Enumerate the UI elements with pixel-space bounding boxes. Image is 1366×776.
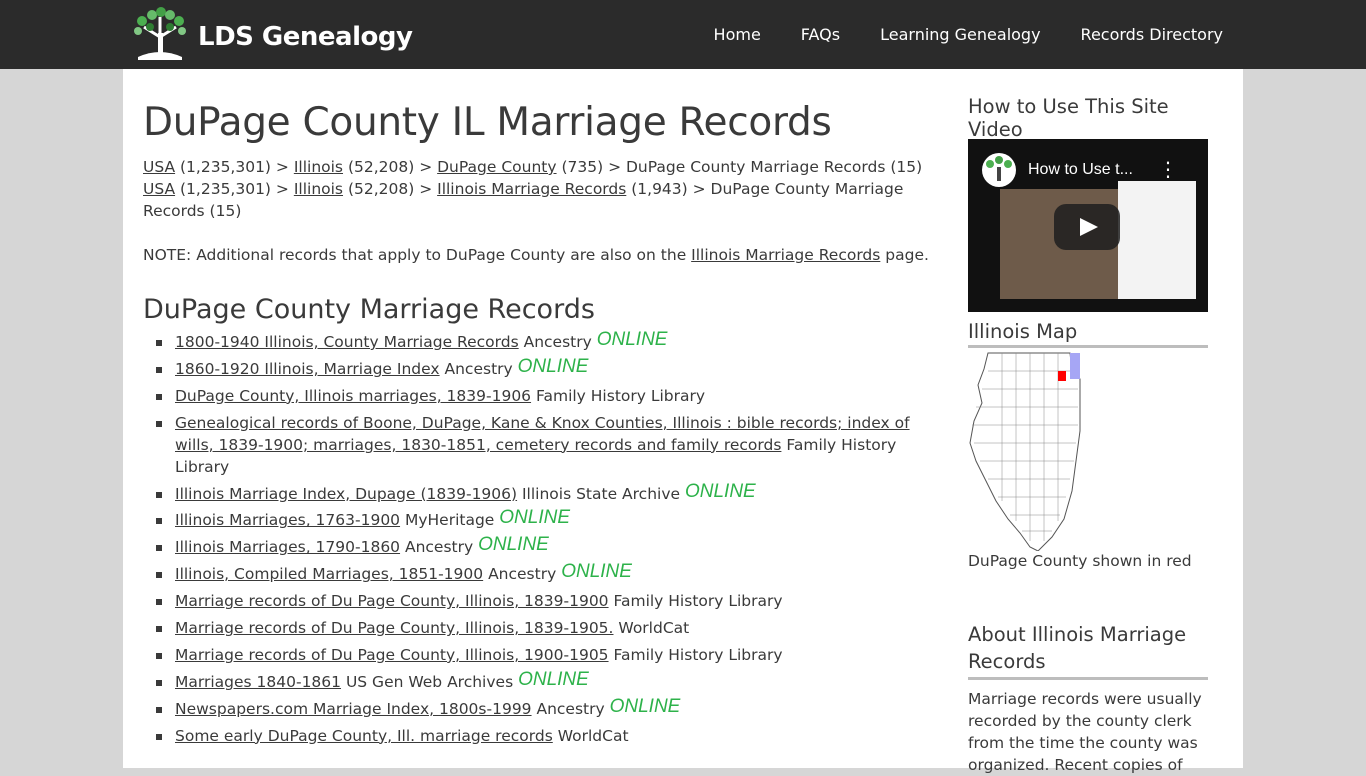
record-source: Family History Library (531, 386, 706, 405)
record-link[interactable]: Marriage records of Du Page County, Illi… (175, 592, 609, 610)
record-item: Illinois, Compiled Marriages, 1851-1900 … (156, 561, 935, 585)
record-link[interactable]: Illinois Marriages, 1763-1900 (175, 511, 400, 529)
records-list: 1800-1940 Illinois, County Marriage Reco… (143, 329, 935, 751)
online-badge: ONLINE (684, 480, 756, 502)
nav-learning-genealogy[interactable]: Learning Genealogy (880, 25, 1040, 44)
video-title: How to Use t... (1028, 161, 1133, 178)
breadcrumb-dupage-link[interactable]: DuPage County (437, 158, 556, 176)
video-player[interactable]: How to Use t... ⋮ (968, 139, 1208, 312)
online-badge: ONLINE (518, 668, 589, 690)
tree-logo-icon (134, 7, 186, 60)
breadcrumb2-marriage-link[interactable]: Illinois Marriage Records (437, 180, 626, 198)
main-nav: Home FAQs Learning Genealogy Records Dir… (674, 0, 1223, 69)
section-title: DuPage County Marriage Records (143, 294, 595, 325)
record-source: Family History Library (608, 592, 783, 611)
record-source: MyHeritage (400, 511, 500, 530)
breadcrumb2-illinois-link[interactable]: Illinois (294, 180, 343, 198)
about-heading: About Illinois Marriage Records (968, 621, 1208, 680)
about-text: Marriage records were usually recorded b… (968, 690, 1202, 774)
record-link[interactable]: Marriage records of Du Page County, Illi… (175, 646, 609, 664)
record-item: Marriage records of Du Page County, Illi… (156, 617, 935, 639)
online-badge: ONLINE (609, 695, 681, 717)
record-item: Marriages 1840-1861 US Gen Web Archives … (156, 668, 935, 693)
record-link[interactable]: Marriage records of Du Page County, Illi… (175, 619, 613, 637)
nav-records-directory[interactable]: Records Directory (1081, 25, 1223, 44)
breadcrumb2-usa-link[interactable]: USA (143, 180, 175, 198)
record-item: Illinois Marriages, 1790-1860 Ancestry O… (156, 534, 935, 558)
breadcrumb-illinois-count: (52,208) > (343, 158, 438, 176)
channel-tree-icon (982, 153, 1016, 187)
map-caption: DuPage County shown in red (968, 552, 1192, 570)
nav-home[interactable]: Home (714, 25, 761, 44)
online-badge: ONLINE (478, 534, 549, 556)
map-heading: Illinois Map (968, 320, 1208, 348)
record-source: Illinois State Archive (517, 484, 685, 503)
record-link[interactable]: 1800-1940 Illinois, County Marriage Reco… (175, 333, 519, 351)
record-item: Illinois Marriage Index, Dupage (1839-19… (156, 480, 935, 505)
breadcrumb-illinois-link[interactable]: Illinois (294, 158, 343, 176)
breadcrumb-usa-link[interactable]: USA (143, 158, 175, 176)
page-title: DuPage County IL Marriage Records (143, 100, 832, 145)
page-content: DuPage County IL Marriage Records USA (1… (123, 69, 1243, 774)
breadcrumb-dupage-count: (735) > DuPage County Marriage Records (… (556, 158, 923, 176)
record-link[interactable]: 1860-1920 Illinois, Marriage Index (175, 360, 440, 378)
record-item: Genealogical records of Boone, DuPage, K… (156, 412, 935, 478)
record-item: Marriage records of Du Page County, Illi… (156, 644, 935, 666)
record-item: DuPage County, Illinois marriages, 1839-… (156, 385, 935, 407)
note-prefix: NOTE: Additional records that apply to D… (143, 246, 692, 264)
record-source: Ancestry (439, 359, 518, 378)
lake-michigan (1070, 353, 1080, 379)
breadcrumb-usa-count: (1,235,301) > (175, 158, 294, 176)
play-button-icon[interactable] (1054, 204, 1120, 250)
note-text: NOTE: Additional records that apply to D… (143, 244, 933, 266)
note-illinois-marriage-link[interactable]: Illinois Marriage Records (691, 246, 880, 264)
breadcrumb-line-1: USA (1,235,301) > Illinois (52,208) > Du… (143, 156, 933, 178)
record-link[interactable]: Illinois Marriage Index, Dupage (1839-19… (175, 485, 517, 503)
record-item: 1860-1920 Illinois, Marriage Index Ances… (156, 355, 935, 380)
note-suffix: page. (880, 246, 929, 264)
video-menu-icon[interactable]: ⋮ (1158, 157, 1178, 181)
online-badge: ONLINE (517, 355, 589, 377)
video-thumbnail-document (1118, 181, 1196, 299)
record-link[interactable]: Newspapers.com Marriage Index, 1800s-199… (175, 700, 532, 718)
record-source: Ancestry (483, 565, 562, 584)
site-header: LDS Genealogy Home FAQs Learning Genealo… (0, 0, 1366, 69)
record-link[interactable]: Illinois, Compiled Marriages, 1851-1900 (175, 565, 483, 583)
breadcrumb-line-2: USA (1,235,301) > Illinois (52,208) > Il… (143, 178, 933, 222)
record-item: 1800-1940 Illinois, County Marriage Reco… (156, 329, 935, 353)
record-item: Illinois Marriages, 1763-1900 MyHeritage… (156, 507, 935, 531)
logo-text: LDS Genealogy (198, 22, 413, 52)
dupage-county-highlight (1058, 371, 1066, 381)
online-badge: ONLINE (596, 329, 668, 350)
nav-faqs[interactable]: FAQs (801, 25, 840, 44)
record-source: Ancestry (531, 699, 610, 718)
online-badge: ONLINE (561, 561, 632, 583)
record-link[interactable]: Some early DuPage County, Ill. marriage … (175, 727, 553, 745)
breadcrumb2-usa-count: (1,235,301) > (175, 180, 294, 198)
record-link[interactable]: Illinois Marriages, 1790-1860 (175, 538, 400, 556)
record-item: Marriage records of Du Page County, Illi… (156, 590, 935, 612)
record-source: Ancestry (518, 333, 597, 351)
record-item: Newspapers.com Marriage Index, 1800s-199… (156, 695, 935, 720)
record-source: WorldCat (613, 619, 690, 638)
breadcrumb2-illinois-count: (52,208) > (343, 180, 438, 198)
breadcrumb: USA (1,235,301) > Illinois (52,208) > Du… (143, 156, 933, 222)
record-source: WorldCat (552, 726, 629, 745)
record-source: Ancestry (400, 538, 479, 557)
record-link[interactable]: Marriages 1840-1861 (175, 673, 341, 691)
record-source: Family History Library (608, 645, 783, 664)
record-item: Some early DuPage County, Ill. marriage … (156, 725, 935, 747)
online-badge: ONLINE (499, 507, 571, 529)
site-logo[interactable]: LDS Genealogy (130, 7, 413, 61)
record-source: US Gen Web Archives (341, 672, 519, 691)
illinois-map (969, 352, 1081, 551)
record-link[interactable]: DuPage County, Illinois marriages, 1839-… (175, 387, 531, 405)
